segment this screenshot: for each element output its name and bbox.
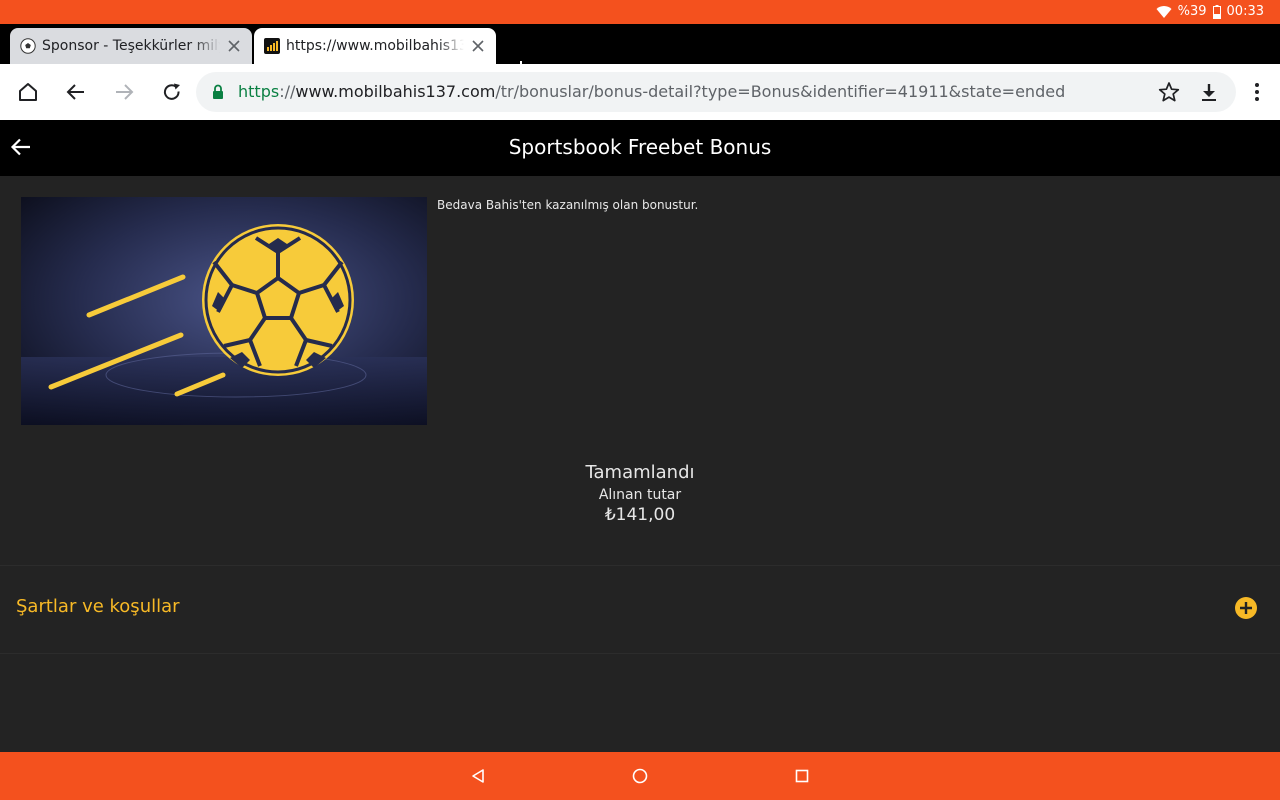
more-menu-icon[interactable] xyxy=(1245,80,1269,104)
lock-icon xyxy=(212,84,224,100)
tab-mobilbahis[interactable]: https://www.mobilbahis137.com/tr/bonusla… xyxy=(254,28,496,64)
expand-plus-icon[interactable] xyxy=(1234,596,1258,620)
soccer-ball-icon xyxy=(20,38,36,54)
nav-back-icon[interactable] xyxy=(468,766,488,786)
status-indicators: %39 00:33 xyxy=(1156,4,1264,19)
url-scheme: https xyxy=(238,82,280,101)
amount-value: ₺141,00 xyxy=(604,505,676,525)
terms-accordion[interactable]: Şartlar ve koşullar xyxy=(0,566,1280,652)
tab-title: https://www.mobilbahis137.com/tr/bonusla… xyxy=(286,38,464,54)
tab-title: Sponsor - Teşekkürler milyarlarca xyxy=(42,38,220,54)
bookmark-star-icon[interactable] xyxy=(1157,80,1181,104)
url-separator: :// xyxy=(279,82,296,101)
wifi-icon xyxy=(1156,5,1172,19)
home-icon[interactable] xyxy=(16,80,40,104)
close-tab-icon[interactable] xyxy=(470,38,486,54)
page-header: Sportsbook Freebet Bonus xyxy=(0,120,1280,176)
bonus-description: Bedava Bahis'ten kazanılmış olan bonustu… xyxy=(437,198,699,212)
tab-sponsor[interactable]: Sponsor - Teşekkürler milyarlarca xyxy=(10,28,252,64)
bonus-detail: Bedava Bahis'ten kazanılmış olan bonustu… xyxy=(0,176,1280,752)
bonus-status: Tamamlandı xyxy=(585,462,695,483)
battery-percent: %39 xyxy=(1177,4,1207,19)
nav-home-icon[interactable] xyxy=(630,766,650,786)
tab-strip: Sponsor - Teşekkürler milyarlarca https:… xyxy=(0,24,1280,75)
bonus-status-block: Tamamlandı Alınan tutar ₺141,00 xyxy=(0,462,1280,525)
close-tab-icon[interactable] xyxy=(226,38,242,54)
terms-label: Şartlar ve koşullar xyxy=(16,596,180,617)
clock: 00:33 xyxy=(1226,4,1264,19)
address-bar[interactable]: https://www.mobilbahis137.com/tr/bonusla… xyxy=(196,72,1236,112)
android-nav-bar xyxy=(0,752,1280,800)
bonus-banner-image xyxy=(21,197,427,425)
url-host: www.mobilbahis137.com xyxy=(295,82,496,101)
back-icon[interactable] xyxy=(64,80,88,104)
browser-toolbar: https://www.mobilbahis137.com/tr/bonusla… xyxy=(0,64,1280,120)
reload-icon[interactable] xyxy=(160,80,184,104)
android-status-bar: %39 00:33 xyxy=(0,0,1280,24)
divider xyxy=(0,653,1280,654)
nav-recents-icon[interactable] xyxy=(792,766,812,786)
amount-label: Alınan tutar xyxy=(598,487,682,503)
url-text: https://www.mobilbahis137.com/tr/bonusla… xyxy=(238,82,1065,101)
forward-icon[interactable] xyxy=(112,80,136,104)
url-path: /tr/bonuslar/bonus-detail?type=Bonus&ide… xyxy=(495,82,1066,101)
download-icon[interactable] xyxy=(1197,80,1221,104)
mobilbahis-logo-icon xyxy=(264,38,280,54)
page-title: Sportsbook Freebet Bonus xyxy=(508,135,772,159)
battery-icon xyxy=(1212,4,1221,19)
